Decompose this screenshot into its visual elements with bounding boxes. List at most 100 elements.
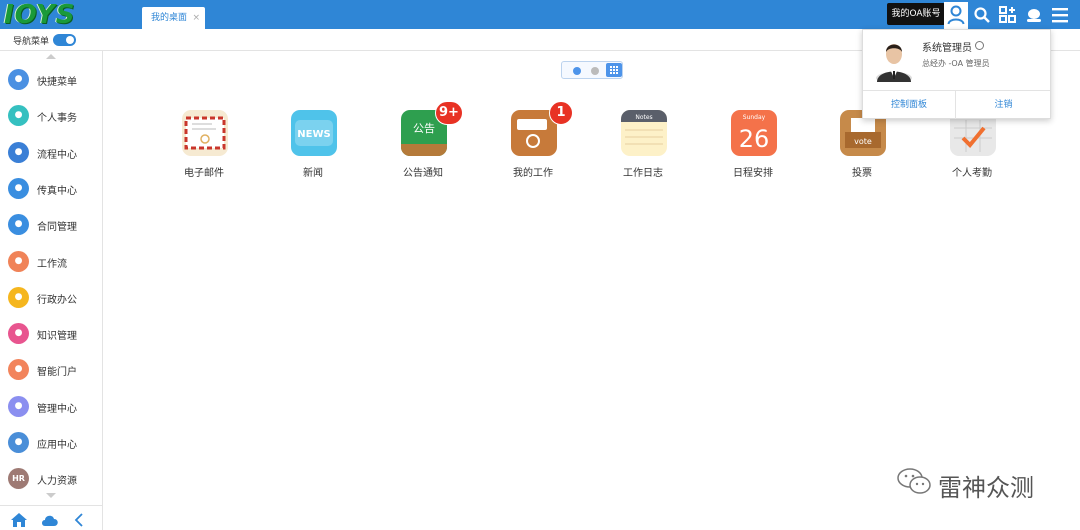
app-notes[interactable]: Notes 工作日志 [593, 110, 693, 180]
user-name: 系统管理员 [922, 43, 972, 54]
svg-text:26: 26 [739, 125, 770, 153]
sidebar-item-contract[interactable]: ● 合同管理 [0, 207, 102, 243]
notification-badge: 1 [549, 101, 573, 125]
sidebar-item-label: 合同管理 [37, 222, 77, 234]
app-label: 工作日志 [623, 168, 663, 179]
skin-icon [1027, 9, 1041, 22]
tab-my-desktop[interactable]: 我的桌面 × [142, 7, 205, 29]
sidebar-item-apps-center[interactable]: ● 应用中心 [0, 425, 102, 461]
sidebar-item-label: 工作流 [37, 258, 67, 270]
page-dot-2[interactable] [591, 67, 599, 75]
svg-text:公告: 公告 [413, 122, 435, 135]
page-dot-1[interactable] [573, 67, 581, 75]
menu-icon [1052, 8, 1068, 23]
app-label: 公告通知 [403, 168, 443, 179]
sidebar-item-label: 传真中心 [37, 185, 77, 197]
app-work[interactable]: 1 我的工作 [483, 101, 583, 180]
calendar-icon: Sunday 26 [731, 110, 777, 156]
user-role: 总经办 -OA 管理员 [922, 59, 990, 68]
person-icon: ● [8, 105, 29, 127]
app-label: 投票 [852, 168, 872, 179]
watermark-text: 雷神众测 [938, 474, 1034, 502]
sidebar-item-label: 智能门户 [37, 367, 77, 379]
tab-label: 我的桌面 [151, 13, 188, 23]
search-icon [974, 7, 990, 23]
sidebar-scroll-up-icon[interactable] [46, 54, 56, 59]
wechat-icon [897, 468, 931, 494]
svg-text:vote: vote [854, 137, 872, 146]
sidebar-item-hr[interactable]: HR 人力资源 [0, 461, 102, 497]
control-panel-button[interactable]: 控制面板 [863, 91, 956, 119]
grid-icon [610, 66, 618, 74]
fax-icon: ● [8, 177, 29, 199]
sidebar-item-admin[interactable]: ● 行政办公 [0, 280, 102, 316]
svg-text:NEWS: NEWS [297, 129, 330, 140]
nav-menu-toggle[interactable] [53, 34, 76, 46]
book-icon: ● [8, 323, 29, 345]
notification-badge: 9+ [435, 101, 463, 125]
contract-icon: ● [8, 214, 29, 236]
apps-button[interactable] [996, 3, 1020, 27]
app-logo: IOYS [4, 0, 76, 30]
home-icon[interactable] [10, 512, 28, 528]
collapse-sidebar-icon[interactable] [74, 513, 84, 527]
sidebar-scroll-down-icon[interactable] [46, 493, 56, 498]
top-bar: IOYS 我的桌面 × 我的OA账号 [0, 0, 1080, 29]
apps-center-icon: ● [8, 432, 29, 453]
sidebar-item-share[interactable]: ● 快捷菜单 [0, 62, 102, 98]
grid-view-button[interactable] [606, 63, 622, 77]
portal-icon: ● [8, 359, 29, 381]
notes-icon: Notes [621, 110, 667, 156]
hr-icon: HR [8, 468, 29, 490]
watermark: 雷神众测 [896, 466, 1034, 502]
svg-text:Sunday: Sunday [743, 114, 766, 121]
app-vote[interactable]: vote 投票 [812, 110, 912, 180]
mail-icon [182, 110, 228, 156]
user-icon [947, 5, 965, 25]
app-label: 电子邮件 [184, 168, 224, 179]
sidebar-item-label: 知识管理 [37, 331, 77, 343]
app-label: 新闻 [303, 168, 323, 179]
app-calendar[interactable]: Sunday 26 日程安排 [703, 110, 803, 180]
sidebar-item-label: 个人事务 [37, 113, 77, 125]
sidebar-item-label: 行政办公 [37, 294, 77, 306]
sidebar-item-label: 应用中心 [37, 440, 77, 451]
tab-close-icon[interactable]: × [192, 7, 200, 29]
sidebar-item-book[interactable]: ● 知识管理 [0, 316, 102, 352]
sidebar-item-person[interactable]: ● 个人事务 [0, 98, 102, 134]
skin-button[interactable] [1022, 3, 1046, 27]
app-attendance[interactable]: 个人考勤 [922, 110, 1022, 180]
sidebar: ● 快捷菜单 ● 个人事务 ● 流程中心 ● 传真中心 ● 合同管理 ● 工作流 ● 行政办公 ● 知识管理 ●… [0, 51, 103, 530]
nav-menu-label: 导航菜单 [13, 37, 50, 47]
logout-button[interactable]: 注销 [957, 91, 1050, 119]
clock-icon [975, 41, 984, 50]
desktop-pager [561, 61, 623, 79]
sidebar-item-manage[interactable]: ● 管理中心 [0, 389, 102, 425]
sidebar-item-fax[interactable]: ● 传真中心 [0, 171, 102, 207]
svg-text:Notes: Notes [635, 114, 652, 121]
user-account-button[interactable] [944, 2, 968, 29]
search-button[interactable] [970, 3, 994, 27]
sidebar-item-portal[interactable]: ● 智能门户 [0, 352, 102, 388]
app-notice[interactable]: 公告 9+ 公告通知 [373, 101, 473, 180]
app-mail[interactable]: 电子邮件 [154, 110, 254, 180]
sidebar-item-label: 流程中心 [37, 149, 77, 161]
sidebar-item-workflow[interactable]: ● 工作流 [0, 244, 102, 280]
app-label: 日程安排 [733, 168, 773, 179]
sidebar-item-flow[interactable]: ● 流程中心 [0, 135, 102, 171]
sidebar-item-label: 快捷菜单 [37, 77, 77, 88]
popup-buttons: 控制面板 注销 [863, 90, 1050, 119]
app-news[interactable]: NEWS 新闻 [263, 110, 363, 180]
news-icon: NEWS [291, 110, 337, 156]
menu-button[interactable] [1048, 3, 1072, 27]
sidebar-item-label: 管理中心 [37, 403, 77, 415]
cloud-icon[interactable] [40, 513, 60, 527]
apps-icon [999, 6, 1016, 23]
sidebar-footer [0, 505, 102, 530]
tooltip: 我的OA账号 [887, 3, 950, 25]
flow-icon: ● [8, 141, 29, 163]
workflow-icon: ● [8, 250, 29, 272]
sidebar-item-label: 人力资源 [37, 476, 77, 488]
user-popup: 系统管理员 总经办 -OA 管理员 控制面板 注销 [862, 29, 1051, 119]
avatar [876, 44, 912, 82]
